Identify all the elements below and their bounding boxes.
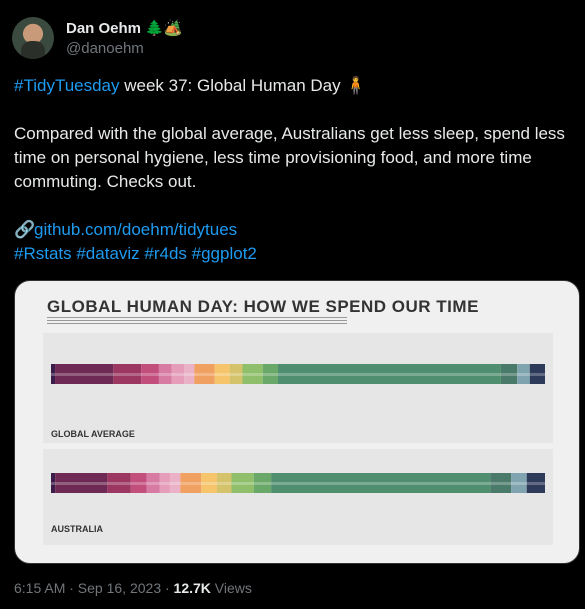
tweet-line-1: #TidyTuesday week 37: Global Human Day 🧍 bbox=[14, 74, 574, 98]
image-title: GLOBAL HUMAN DAY: HOW WE SPEND OUR TIME bbox=[47, 297, 479, 316]
global-bar bbox=[51, 364, 545, 384]
views-count: 12.7K bbox=[173, 580, 211, 596]
bar-highlight bbox=[51, 482, 545, 485]
tweet-image[interactable]: GLOBAL HUMAN DAY: HOW WE SPEND OUR TIME … bbox=[14, 280, 580, 564]
timestamp[interactable]: 6:15 AM · Sep 16, 2023 · bbox=[14, 580, 174, 596]
australia-label: AUSTRALIA bbox=[51, 524, 103, 534]
tweet-meta: 6:15 AM · Sep 16, 2023 · 12.7K Views bbox=[14, 580, 252, 596]
tweet-text: #TidyTuesday week 37: Global Human Day 🧍… bbox=[14, 74, 574, 266]
bar-highlight bbox=[51, 373, 545, 376]
global-panel bbox=[43, 333, 553, 443]
github-link[interactable]: github.com/doehm/tidytues bbox=[34, 220, 237, 239]
tweet-line-1-text: week 37: Global Human Day 🧍 bbox=[119, 76, 367, 95]
hashtag-link[interactable]: #TidyTuesday bbox=[14, 76, 120, 95]
views-label: Views bbox=[210, 580, 252, 596]
tweet-link-line: 🔗github.com/doehm/tidytues bbox=[14, 218, 574, 242]
tweet-body: Compared with the global average, Austra… bbox=[14, 124, 565, 191]
australia-panel bbox=[43, 449, 553, 545]
global-label: GLOBAL AVERAGE bbox=[51, 429, 135, 439]
link-icon: 🔗 bbox=[14, 220, 36, 239]
author-handle[interactable]: @danoehm bbox=[66, 40, 144, 57]
tweet-tags: #Rstats #dataviz #r4ds #ggplot2 bbox=[14, 242, 574, 266]
australia-bar bbox=[51, 473, 545, 493]
avatar[interactable] bbox=[12, 17, 54, 59]
hashtags-link[interactable]: #Rstats #dataviz #r4ds #ggplot2 bbox=[14, 244, 257, 263]
image-subtitle-lines bbox=[47, 317, 347, 324]
author-name[interactable]: Dan Oehm 🌲🏕️ bbox=[66, 19, 183, 37]
